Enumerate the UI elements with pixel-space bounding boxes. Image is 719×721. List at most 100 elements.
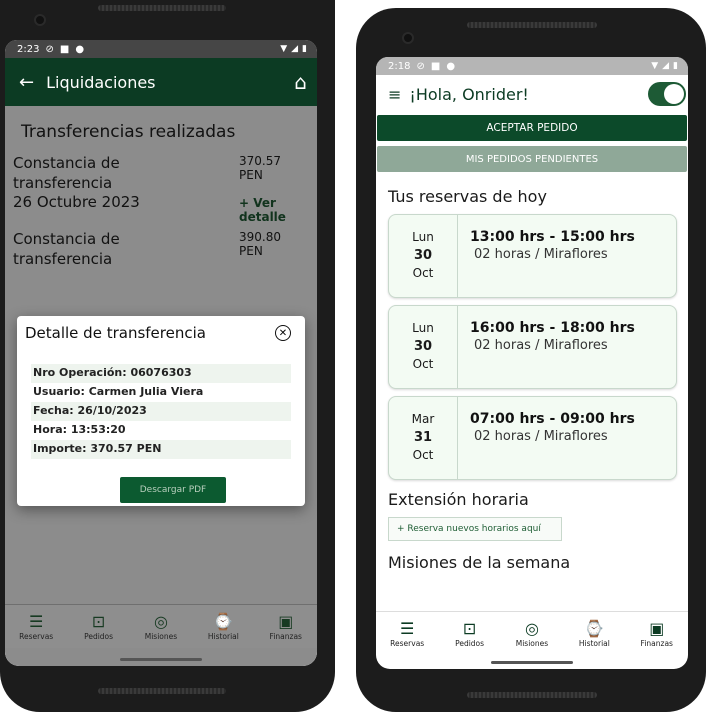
detail-date: Fecha: 26/10/2023 (31, 402, 291, 421)
status-time: 2:23 (17, 43, 40, 55)
res-place: 02 horas / Miraflores (474, 338, 608, 353)
res-day: 30 (413, 247, 433, 263)
battery-icon: ▮ (302, 44, 307, 54)
sync-icon: ● (446, 60, 456, 72)
detail-user: Usuario: Carmen Julia Viera (33, 385, 204, 398)
wifi-icon: ▼ (280, 44, 288, 54)
bottom-nav: ☰ Reservas ⊡ Pedidos ◎ Misiones ⌚ Historial … (376, 611, 688, 655)
res-month: Oct (412, 448, 434, 463)
speaker-grille (467, 692, 597, 698)
home-indicator[interactable] (491, 661, 573, 664)
speaker-grille (98, 688, 226, 694)
res-time: 07:00 hrs - 09:00 hrs (470, 411, 635, 427)
status-bar: 2:23 ⊘ ■ ● ▼ ◢ ▮ (5, 40, 317, 58)
status-time: 2:18 (388, 60, 411, 72)
speaker-grille (98, 5, 226, 11)
nav-finanzas[interactable]: ▣ Finanzas (632, 619, 682, 648)
nav-finanzas[interactable]: ▣ Finanzas (261, 612, 311, 641)
transfer-detail-dialog: Detalle de transferencia ✕ Nro Operación… (17, 316, 305, 506)
nav-label: Finanzas (269, 632, 302, 641)
nav-label: Misiones (144, 632, 178, 641)
signal-icon: ◢ (662, 61, 670, 71)
vpn-icon: ⊘ (45, 43, 54, 55)
res-time: 16:00 hrs - 18:00 hrs (470, 320, 635, 336)
list-icon: ☰ (29, 612, 44, 631)
list-icon: ☰ (400, 619, 415, 638)
nav-historial[interactable]: ⌚ Historial (198, 612, 248, 641)
detail-time: Hora: 13:53:20 (33, 423, 126, 436)
lock-icon: ■ (59, 43, 70, 55)
cash-icon: ▣ (278, 612, 294, 631)
right-phone: 2:18 ⊘ ■ ● ▼ ◢ ▮ ≡ ¡Hola, Onrider! ACEPT… (356, 8, 706, 712)
missions-title: Misiones de la semana (388, 553, 571, 572)
nav-reservas[interactable]: ☰ Reservas (11, 612, 61, 641)
detail-operation: Nro Operación: 06076303 (31, 364, 291, 383)
nav-label: Historial (207, 632, 239, 641)
cash-icon: ▣ (649, 619, 665, 638)
detail-amount: Importe: 370.57 PEN (31, 440, 291, 459)
nav-pedidos[interactable]: ⊡ Pedidos (445, 619, 495, 648)
res-weekday: Mar (411, 412, 435, 427)
clipboard-clock-icon: ⌚ (213, 612, 234, 631)
home-header: ≡ ¡Hola, Onrider! (376, 77, 688, 111)
transfers-body: Transferencias realizadas Constancia de … (5, 106, 317, 666)
left-screen: 2:23 ⊘ ■ ● ▼ ◢ ▮ ← Liquidaciones ⌂ Trans… (5, 40, 317, 666)
left-phone: 2:23 ⊘ ■ ● ▼ ◢ ▮ ← Liquidaciones ⌂ Trans… (0, 0, 335, 712)
nav-misiones[interactable]: ◎ Misiones (136, 612, 186, 641)
availability-toggle[interactable] (648, 82, 686, 106)
target-icon: ◎ (153, 612, 168, 631)
target-icon: ◎ (524, 619, 539, 638)
pending-orders-button[interactable]: MIS PEDIDOS PENDIENTES (377, 146, 687, 172)
nav-label: Pedidos (84, 632, 114, 641)
nav-label: Finanzas (640, 639, 673, 648)
signal-icon: ◢ (291, 44, 299, 54)
clipboard-clock-icon: ⌚ (584, 619, 605, 638)
download-pdf-button[interactable]: Descargar PDF (120, 477, 226, 503)
dialog-title: Detalle de transferencia (25, 324, 206, 342)
res-weekday: Lun (412, 230, 434, 245)
battery-icon: ▮ (673, 61, 678, 71)
sync-icon: ● (75, 43, 85, 55)
accept-order-button[interactable]: ACEPTAR PEDIDO (377, 115, 687, 141)
reservation-card[interactable]: Mar 31 Oct 07:00 hrs - 09:00 hrs 02 hora… (388, 396, 677, 480)
reservations-title: Tus reservas de hoy (388, 187, 547, 206)
reservation-card[interactable]: Lun 30 Oct 16:00 hrs - 18:00 hrs 02 hora… (388, 305, 677, 389)
close-icon[interactable]: ✕ (275, 325, 291, 341)
res-day: 31 (413, 429, 433, 445)
app-bar: ← Liquidaciones ⌂ (5, 58, 317, 106)
res-month: Oct (412, 266, 434, 281)
res-place: 02 horas / Miraflores (474, 429, 608, 444)
back-arrow-icon[interactable]: ← (19, 72, 34, 93)
res-month: Oct (412, 357, 434, 372)
res-time: 13:00 hrs - 15:00 hrs (470, 229, 635, 245)
vpn-icon: ⊘ (416, 60, 425, 72)
res-weekday: Lun (412, 321, 434, 336)
bag-icon: ⊡ (462, 619, 477, 638)
nav-historial[interactable]: ⌚ Historial (569, 619, 619, 648)
bag-icon: ⊡ (91, 612, 106, 631)
right-screen: 2:18 ⊘ ■ ● ▼ ◢ ▮ ≡ ¡Hola, Onrider! ACEPT… (376, 57, 688, 669)
front-camera (34, 14, 46, 26)
nav-misiones[interactable]: ◎ Misiones (507, 619, 557, 648)
nav-pedidos[interactable]: ⊡ Pedidos (74, 612, 124, 641)
home-indicator[interactable] (120, 658, 202, 661)
reservation-card[interactable]: Lun 30 Oct 13:00 hrs - 15:00 hrs 02 hora… (388, 214, 677, 298)
reservations-list: Lun 30 Oct 13:00 hrs - 15:00 hrs 02 hora… (376, 214, 688, 480)
speaker-grille (467, 22, 597, 28)
status-bar: 2:18 ⊘ ■ ● ▼ ◢ ▮ (376, 57, 688, 75)
page-title: Liquidaciones (46, 72, 156, 92)
nav-reservas[interactable]: ☰ Reservas (382, 619, 432, 648)
res-day: 30 (413, 338, 433, 354)
home-icon[interactable]: ⌂ (294, 70, 307, 94)
nav-label: Reservas (390, 639, 425, 648)
nav-label: Historial (578, 639, 610, 648)
nav-label: Misiones (515, 639, 549, 648)
greeting: ¡Hola, Onrider! (409, 84, 529, 104)
menu-icon[interactable]: ≡ (388, 85, 401, 104)
nav-label: Pedidos (455, 639, 485, 648)
new-schedule-link[interactable]: + Reserva nuevos horarios aquí (388, 517, 562, 541)
wifi-icon: ▼ (651, 61, 659, 71)
nav-label: Reservas (19, 632, 54, 641)
front-camera (402, 32, 414, 44)
bottom-nav: ☰ Reservas ⊡ Pedidos ◎ Misiones ⌚ Historial … (5, 604, 317, 648)
